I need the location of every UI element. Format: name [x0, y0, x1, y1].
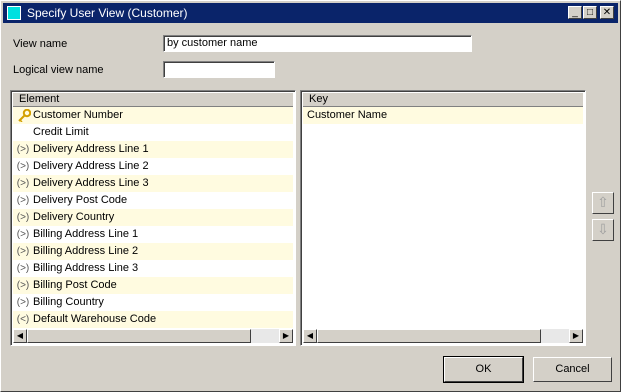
arrow-paren-icon: (<)	[16, 314, 30, 325]
title-bar[interactable]: Specify User View (Customer) _ □ ✕	[3, 3, 618, 23]
key-icon	[15, 107, 31, 124]
element-label: Billing Address Line 3	[33, 262, 139, 274]
list-item[interactable]: (>) Billing Address Line 3	[13, 260, 293, 277]
element-label: Delivery Country	[33, 211, 115, 223]
list-item[interactable]: (>) Delivery Address Line 1	[13, 141, 293, 158]
list-item[interactable]: (>) Delivery Post Code	[13, 192, 293, 209]
minimize-button[interactable]: _	[568, 6, 582, 19]
element-rows: Customer Number Credit Limit (>) Delivery A…	[13, 107, 293, 328]
element-label: Billing Country	[33, 296, 104, 308]
element-label: Delivery Address Line 3	[33, 177, 149, 189]
key-list[interactable]: Key Customer Name ◀ ▶	[300, 90, 586, 346]
list-item[interactable]: Credit Limit	[13, 124, 293, 141]
element-label: Delivery Address Line 1	[33, 143, 149, 155]
window-title: Specify User View (Customer)	[27, 6, 188, 20]
list-item[interactable]: (>) Delivery Address Line 3	[13, 175, 293, 192]
list-item[interactable]: Customer Name	[303, 107, 583, 124]
scroll-left-button[interactable]: ◀	[13, 329, 27, 343]
key-horizontal-scrollbar[interactable]: ◀ ▶	[303, 329, 583, 343]
scroll-right-button[interactable]: ▶	[279, 329, 293, 343]
key-column-header[interactable]: Key	[303, 93, 583, 107]
logical-view-name-label: Logical view name	[13, 64, 104, 76]
close-button[interactable]: ✕	[600, 6, 614, 19]
scroll-left-button[interactable]: ◀	[303, 329, 317, 343]
scroll-thumb[interactable]	[27, 329, 251, 343]
scroll-right-button[interactable]: ▶	[569, 329, 583, 343]
key-rows: Customer Name	[303, 107, 583, 124]
element-label: Credit Limit	[33, 126, 89, 138]
arrow-paren-icon: (>)	[16, 297, 30, 308]
arrow-paren-icon: (>)	[16, 212, 30, 223]
element-label: Billing Post Code	[33, 279, 117, 291]
list-item[interactable]: (>) Billing Post Code	[13, 277, 293, 294]
element-label: Delivery Post Code	[33, 194, 128, 206]
logical-view-name-field[interactable]	[163, 61, 275, 78]
element-label: Billing Address Line 1	[33, 228, 139, 240]
element-label: Billing Address Line 2	[33, 245, 139, 257]
arrow-paren-icon: (>)	[16, 229, 30, 240]
list-item[interactable]: (>) Billing Country	[13, 294, 293, 311]
arrow-paren-icon: (>)	[16, 195, 30, 206]
element-column-header[interactable]: Element	[13, 93, 293, 107]
arrow-paren-icon: (>)	[16, 280, 30, 291]
list-item[interactable]: (>) Delivery Address Line 2	[13, 158, 293, 175]
scroll-thumb[interactable]	[317, 329, 541, 343]
list-item[interactable]: (<) Default Warehouse Code	[13, 311, 293, 328]
app-icon	[7, 6, 21, 20]
view-name-label: View name	[13, 38, 68, 50]
element-label: Customer Number	[33, 109, 123, 121]
element-horizontal-scrollbar[interactable]: ◀ ▶	[13, 329, 293, 343]
list-item[interactable]: (>) Delivery Country	[13, 209, 293, 226]
arrow-paren-icon: (>)	[16, 161, 30, 172]
element-label: Delivery Address Line 2	[33, 160, 149, 172]
move-up-button[interactable]: ⇧	[592, 192, 614, 214]
element-list[interactable]: Element Customer Number Credit Limit (>) De…	[10, 90, 296, 346]
maximize-button[interactable]: □	[583, 6, 597, 19]
dialog-window: Specify User View (Customer) _ □ ✕ View …	[0, 0, 621, 392]
cancel-button[interactable]: Cancel	[533, 357, 612, 382]
arrow-paren-icon: (>)	[16, 246, 30, 257]
arrow-paren-icon: (>)	[16, 178, 30, 189]
arrow-paren-icon: (>)	[16, 263, 30, 274]
list-item[interactable]: (>) Billing Address Line 1	[13, 226, 293, 243]
element-label: Default Warehouse Code	[33, 313, 157, 325]
list-item[interactable]: Customer Number	[13, 107, 293, 124]
arrow-paren-icon: (>)	[16, 144, 30, 155]
ok-button[interactable]: OK	[443, 356, 524, 383]
blank-icon	[15, 124, 31, 141]
key-label: Customer Name	[307, 109, 388, 121]
move-down-button[interactable]: ⇩	[592, 219, 614, 241]
list-item[interactable]: (>) Billing Address Line 2	[13, 243, 293, 260]
view-name-field[interactable]: by customer name	[163, 35, 472, 52]
